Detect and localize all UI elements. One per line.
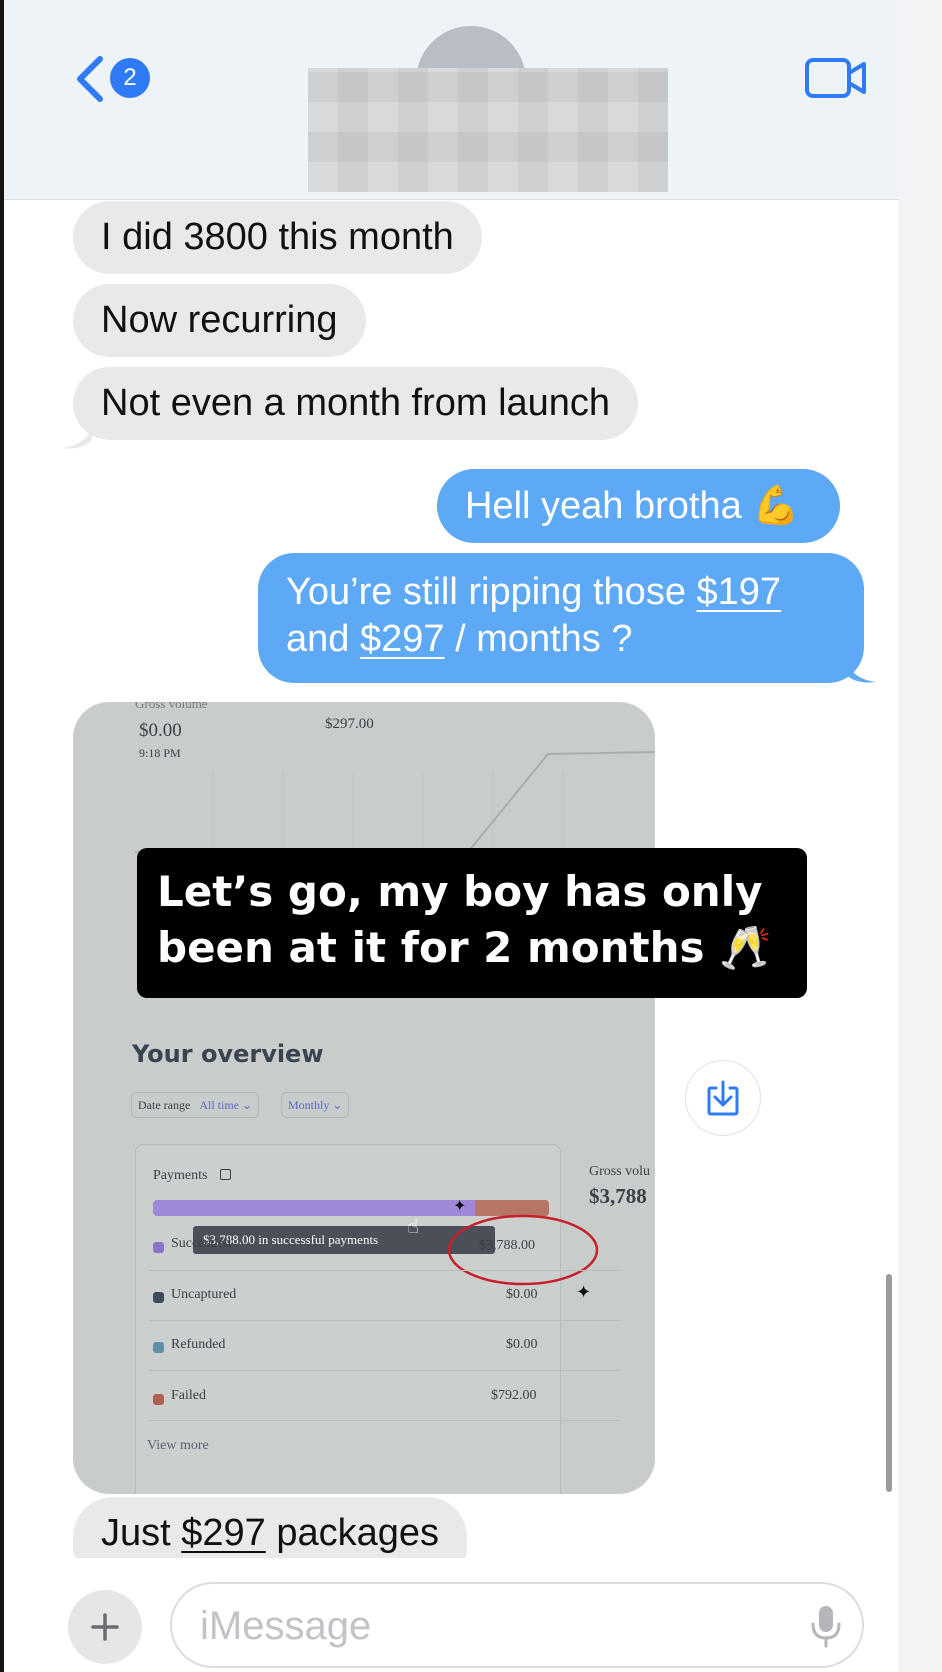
contact-name-redacted[interactable] [308,68,668,192]
messages-screen: 2 I did 3800 this month Now recurring No… [0,0,942,1672]
flexed-biceps-emoji: 💪 [752,483,800,527]
save-photo-button[interactable] [685,1060,761,1136]
price-link[interactable]: $197 [697,571,782,613]
view-more-link: View more [147,1438,209,1453]
apps-plus-button[interactable] [68,1590,142,1664]
failed-label: Failed [171,1388,206,1403]
refunded-label: Refunded [171,1337,226,1352]
date-range-filter[interactable]: Date range All time ⌄ [131,1092,260,1118]
video-camera-icon [805,58,866,98]
cursor-icon: ☝ [407,1216,420,1238]
succeeded-label: Succeeded [171,1236,231,1251]
bubble-tail [62,424,92,449]
payments-label: Payments [153,1168,208,1183]
received-message[interactable]: I did 3800 this month [73,201,482,274]
plus-icon [91,1613,119,1641]
caption-line-1: Let’s go, my boy has only [157,867,763,916]
clinking-glasses-emoji: 🥂 [719,923,772,972]
photo-message[interactable]: Gross volume $0.00 9:18 PM $297.00 Your … [73,702,655,1494]
message-input[interactable] [200,1600,760,1652]
row-divider [149,1320,619,1321]
uncaptured-legend [153,1292,164,1303]
refunded-value: $0.00 [506,1337,538,1352]
received-message[interactable]: Now recurring [73,284,366,357]
row-divider [149,1370,619,1371]
red-circle-annotation [447,1214,599,1286]
story-caption-overlay: Let’s go, my boy has only been at it for… [137,848,807,998]
back-button[interactable]: 2 [74,54,154,104]
price-link[interactable]: $297 [360,618,445,660]
gross-volume-label: Gross volume [135,702,208,711]
price-link[interactable]: $297 [181,1512,266,1554]
gross-side-label: Gross volu [589,1164,651,1179]
uncaptured-value: $0.00 [506,1287,538,1302]
chevron-left-icon [77,56,103,102]
sent-message[interactable]: You’re still ripping those $197 and $297… [258,553,864,683]
refunded-legend [153,1342,164,1353]
succeeded-legend [153,1242,164,1253]
microphone-icon [811,1606,841,1648]
left-edge [0,0,4,1672]
gross-side-value: $3,788 [589,1184,647,1208]
unread-badge: 2 [110,58,150,98]
conversation-header: 2 [4,0,898,200]
row-divider [149,1420,619,1421]
chart-top-value: $297.00 [325,716,374,732]
video-call-button[interactable] [804,56,868,100]
uncaptured-label: Uncaptured [171,1287,237,1302]
imessage-field[interactable] [170,1582,864,1668]
caption-line-2: been at it for 2 months [157,923,705,972]
monthly-dropdown[interactable]: Monthly ⌄ [281,1092,350,1118]
sparkle-icon: ✦ [576,1282,592,1302]
sent-message[interactable]: Hell yeah brotha 💪 [437,469,840,543]
failed-legend [153,1394,164,1405]
info-icon [220,1169,231,1180]
overview-title: Your overview [132,1040,324,1068]
received-message[interactable]: Not even a month from launch [73,367,639,440]
row-divider [149,1270,619,1271]
bubble-tail [846,658,876,683]
dictation-button[interactable] [802,1602,850,1650]
all-time-dropdown[interactable]: All time [199,1098,239,1112]
failed-value: $792.00 [491,1388,537,1403]
chart-start-value: $0.00 [139,720,182,741]
scrollbar[interactable] [886,1274,892,1492]
right-edge [898,0,942,1672]
download-icon [707,1080,739,1116]
